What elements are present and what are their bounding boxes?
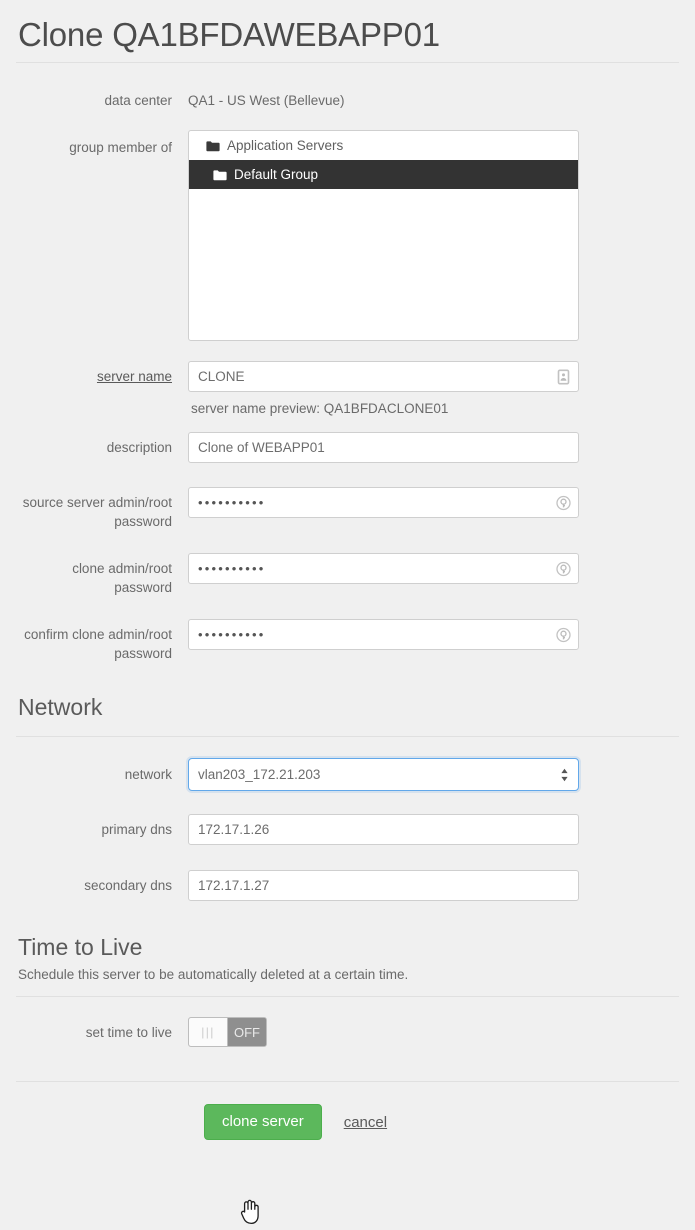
- field-row-data-center: data center QA1 - US West (Bellevue): [16, 85, 679, 110]
- toggle-state-label: OFF: [228, 1018, 266, 1047]
- set-ttl-control: ||| OFF: [188, 1017, 679, 1048]
- network-section-heading: Network: [18, 694, 103, 721]
- footer-divider: [16, 1081, 679, 1083]
- confirm-password-input-wrap: [188, 619, 579, 651]
- clone-password-control: [188, 553, 679, 585]
- secondary-dns-control: [188, 870, 679, 902]
- toggle-handle[interactable]: |||: [189, 1018, 228, 1047]
- set-ttl-label: set time to live: [85, 1025, 172, 1041]
- source-password-input-wrap: [188, 487, 579, 519]
- description-label: description: [106, 440, 172, 456]
- source-password-control: [188, 487, 679, 519]
- list-item-label: Application Servers: [227, 138, 344, 154]
- description-control: [188, 432, 679, 464]
- form-actions: clone server cancel: [16, 1104, 679, 1141]
- data-center-value-wrap: QA1 - US West (Bellevue): [188, 85, 679, 110]
- primary-dns-label: primary dns: [101, 822, 172, 838]
- page-title: Clone QA1BFDAWEBAPP01: [18, 16, 440, 53]
- server-name-preview: server name preview: QA1BFDACLONE01: [191, 401, 449, 417]
- group-member-of-label: group member of: [69, 140, 172, 156]
- field-row-server-name: server name server name preview: QA1BFDA…: [16, 361, 679, 416]
- field-row-group-member-of: group member of Application Servers Defa…: [16, 130, 679, 342]
- key-circle-icon[interactable]: [556, 495, 571, 510]
- field-row-network: network vlan203_172.21.203: [16, 758, 679, 792]
- secondary-dns-label: secondary dns: [84, 878, 172, 894]
- data-center-value: QA1 - US West (Bellevue): [188, 93, 345, 109]
- ttl-section-divider: [16, 996, 679, 998]
- confirm-password-input[interactable]: [188, 619, 579, 651]
- set-ttl-toggle[interactable]: ||| OFF: [188, 1017, 267, 1048]
- folder-icon: [206, 140, 220, 152]
- title-divider: [16, 62, 679, 64]
- field-row-confirm-password: confirm clone admin/root password: [16, 619, 679, 663]
- network-label: network: [124, 767, 172, 783]
- field-row-description: description: [16, 432, 679, 464]
- server-name-input-wrap: [188, 361, 579, 393]
- group-listbox[interactable]: Application Servers Default Group: [188, 130, 579, 342]
- cancel-link[interactable]: cancel: [344, 1114, 387, 1131]
- ttl-section-subtitle: Schedule this server to be automatically…: [18, 967, 409, 983]
- field-row-secondary-dns: secondary dns: [16, 870, 679, 902]
- field-row-set-ttl: set time to live ||| OFF: [16, 1017, 679, 1048]
- clone-password-label: clone admin/root password: [72, 561, 172, 596]
- clone-server-form-page: Clone QA1BFDAWEBAPP01 data center QA1 - …: [0, 0, 695, 1141]
- network-section-divider: [16, 736, 679, 738]
- field-row-source-password: source server admin/root password: [16, 487, 679, 531]
- field-row-clone-password: clone admin/root password: [16, 553, 679, 597]
- source-password-label: source server admin/root password: [22, 495, 172, 530]
- sort-arrows-icon: [560, 767, 569, 782]
- clone-password-input[interactable]: [188, 553, 579, 585]
- network-section: Network network vlan203_172.21.203 prima…: [16, 693, 679, 902]
- source-password-input[interactable]: [188, 487, 579, 519]
- id-card-icon[interactable]: [556, 369, 571, 385]
- description-input-wrap: [188, 432, 579, 464]
- clone-password-input-wrap: [188, 553, 579, 585]
- field-row-primary-dns: primary dns: [16, 814, 679, 846]
- secondary-dns-input[interactable]: [188, 870, 579, 902]
- folder-icon: [213, 169, 227, 181]
- network-control: vlan203_172.21.203: [188, 758, 679, 792]
- server-name-label[interactable]: server name: [16, 361, 188, 386]
- server-name-input[interactable]: [188, 361, 579, 393]
- network-select-wrap: vlan203_172.21.203: [188, 758, 579, 792]
- confirm-password-control: [188, 619, 679, 651]
- pointer-hand-cursor: [239, 1199, 261, 1225]
- list-item[interactable]: Default Group: [189, 160, 578, 190]
- key-circle-icon[interactable]: [556, 561, 571, 576]
- time-to-live-section: Time to Live Schedule this server to be …: [16, 933, 679, 1048]
- server-name-control: server name preview: QA1BFDACLONE01: [188, 361, 679, 416]
- list-item[interactable]: Application Servers: [189, 131, 578, 160]
- confirm-password-label: confirm clone admin/root password: [24, 627, 172, 662]
- key-circle-icon[interactable]: [556, 627, 571, 642]
- data-center-label: data center: [104, 93, 172, 109]
- primary-dns-input[interactable]: [188, 814, 579, 846]
- description-input[interactable]: [188, 432, 579, 464]
- group-member-of-control: Application Servers Default Group: [188, 130, 679, 342]
- ttl-section-heading: Time to Live: [18, 934, 143, 961]
- primary-dns-control: [188, 814, 679, 846]
- clone-server-button[interactable]: clone server: [204, 1104, 322, 1141]
- list-item-label: Default Group: [234, 167, 319, 183]
- network-select[interactable]: vlan203_172.21.203: [188, 758, 579, 792]
